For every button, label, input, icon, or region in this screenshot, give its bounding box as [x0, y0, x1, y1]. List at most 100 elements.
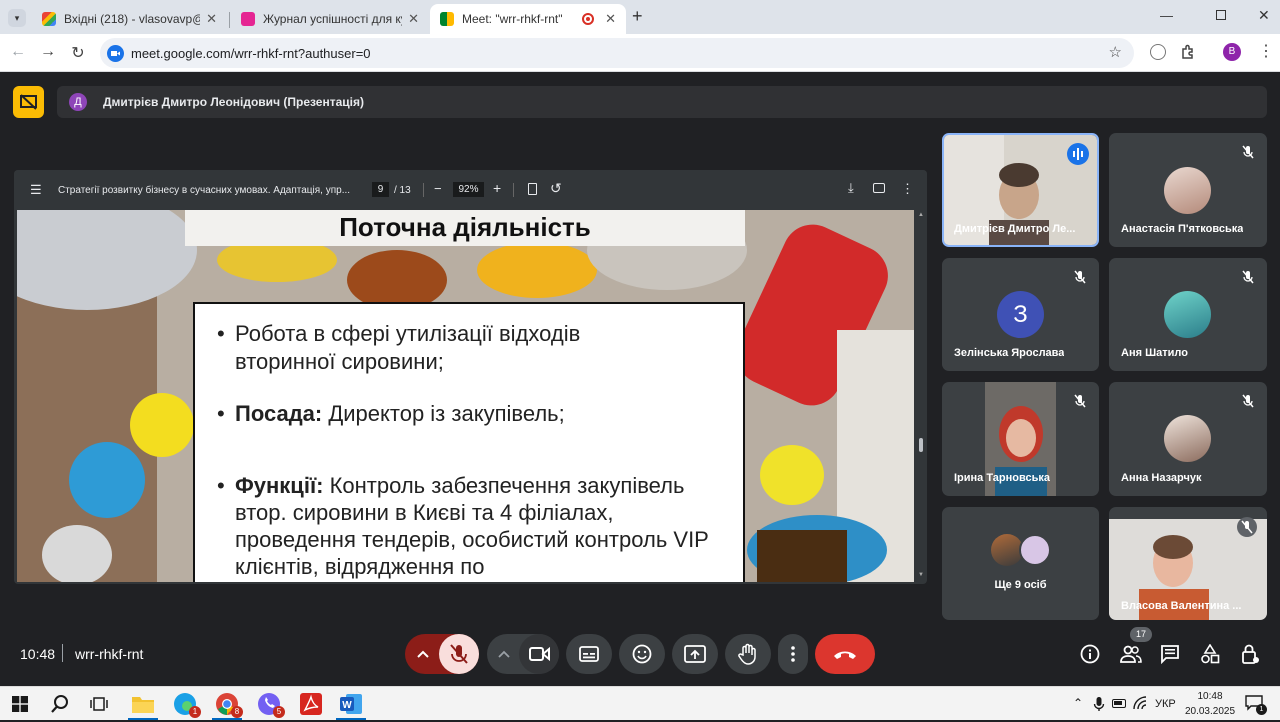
audio-options-icon[interactable]	[405, 634, 441, 674]
meeting-info-icon[interactable]	[1080, 644, 1100, 664]
slide-bullet-3-label: Функції:	[235, 473, 324, 498]
clock-date: 20.03.2025	[1184, 706, 1236, 717]
viber-icon[interactable]: 5	[256, 691, 285, 718]
more-options-button[interactable]	[778, 634, 808, 674]
word-icon[interactable]: W	[338, 691, 364, 717]
slide-heading: Поточна діяльність	[339, 212, 591, 242]
reload-icon[interactable]: ↻	[68, 43, 88, 63]
reactions-button[interactable]	[619, 634, 665, 674]
notification-count: 1	[1256, 704, 1267, 715]
gmail-icon	[42, 12, 56, 26]
tab-search-icon[interactable]: ▾	[8, 9, 26, 27]
browser-tab-strip: ▾ Вхідні (218) - vlasovavp@gsuite ✕ Журн…	[0, 0, 1280, 34]
edge-icon[interactable]: 1	[172, 691, 201, 718]
back-icon[interactable]: ←	[8, 43, 28, 61]
participant-tile-presenter[interactable]: Дмитрієв Дмитро Ле...	[942, 133, 1099, 247]
site-info-icon[interactable]	[107, 45, 124, 62]
participant-tile[interactable]: Анна Назарчук	[1109, 382, 1267, 496]
classroom-icon	[241, 12, 255, 26]
network-icon[interactable]	[1133, 696, 1147, 710]
participant-name: Власова Валентина ...	[1121, 600, 1242, 612]
windows-start-icon[interactable]	[12, 696, 28, 712]
microphone-icon[interactable]	[1093, 696, 1105, 712]
people-icon[interactable]	[1120, 644, 1142, 664]
bookmark-star-icon[interactable]: ☆	[1109, 43, 1122, 61]
slide-bullet-2-text: Директор із закупівель;	[322, 401, 565, 426]
close-tab-icon[interactable]: ✕	[408, 11, 419, 27]
print-icon[interactable]	[873, 183, 885, 193]
mic-off-icon	[1242, 394, 1254, 408]
present-screen-icon	[684, 645, 706, 663]
pdf-more-icon[interactable]: ⋮	[901, 181, 914, 197]
avatar: З	[997, 291, 1044, 338]
avatar	[1164, 415, 1211, 462]
close-tab-icon[interactable]: ✕	[206, 11, 217, 27]
tab-title: Вхідні (218) - vlasovavp@gsuite	[64, 12, 200, 26]
tab-journal[interactable]: Журнал успішності для курсу " ✕	[231, 4, 429, 34]
input-language[interactable]: УКР	[1155, 698, 1176, 710]
address-bar[interactable]: meet.google.com/wrr-rhkf-rnt?authuser=0 …	[100, 38, 1134, 68]
download-icon[interactable]: ⤓	[848, 180, 854, 196]
participant-tile[interactable]: Ірина Тарновська	[942, 382, 1099, 496]
self-view-tile[interactable]: Власова Валентина ...	[1109, 507, 1267, 620]
more-participants-tile[interactable]: Ще 9 осіб	[942, 507, 1099, 620]
close-window-icon[interactable]: ✕	[1258, 7, 1270, 24]
host-controls-icon[interactable]	[1240, 643, 1260, 665]
search-icon[interactable]	[50, 694, 70, 714]
battery-icon[interactable]	[1112, 699, 1126, 708]
chrome-icon[interactable]: 8	[214, 691, 243, 718]
maximize-icon[interactable]	[1216, 10, 1226, 20]
fit-page-icon[interactable]	[528, 183, 537, 195]
extensions-icon[interactable]	[1180, 44, 1196, 60]
pdf-scrollbar[interactable]: ▲ ▼	[918, 212, 924, 578]
tab-title: Meet: "wrr-rhkf-rnt"	[462, 12, 563, 26]
zoom-out-icon[interactable]: −	[434, 181, 442, 196]
avatar	[1164, 167, 1211, 214]
activities-icon[interactable]	[1200, 643, 1220, 664]
system-clock[interactable]: 10:48 20.03.2025	[1180, 689, 1240, 719]
tab-gmail[interactable]: Вхідні (218) - vlasovavp@gsuite ✕	[32, 4, 227, 34]
notifications-icon[interactable]: 1	[1245, 695, 1267, 715]
rotate-icon[interactable]: ↺	[550, 180, 562, 197]
meeting-controls-bar: 10:48 wrr-rhkf-rnt 17	[0, 625, 1280, 685]
camera-toggle-button[interactable]	[519, 634, 559, 674]
participant-name: Ірина Тарновська	[954, 472, 1050, 484]
minimize-icon[interactable]: —	[1160, 8, 1173, 23]
tab-divider	[229, 12, 230, 28]
raise-hand-button[interactable]	[725, 634, 771, 674]
profile-avatar[interactable]: B	[1223, 43, 1241, 61]
zoom-input[interactable]: 92%	[453, 182, 484, 197]
video-options-icon[interactable]	[487, 634, 521, 674]
camera-icon	[529, 646, 550, 662]
acrobat-icon[interactable]	[298, 691, 324, 717]
translate-icon[interactable]	[1150, 44, 1166, 60]
participant-tile[interactable]: Анастасія П'ятковська	[1109, 133, 1267, 247]
file-explorer-icon[interactable]	[130, 691, 156, 717]
divider	[423, 183, 424, 197]
close-tab-icon[interactable]: ✕	[605, 11, 616, 27]
zoom-in-icon[interactable]: +	[493, 180, 501, 196]
pdf-menu-icon[interactable]: ☰	[30, 182, 42, 198]
tab-meet[interactable]: Meet: "wrr-rhkf-rnt" ✕	[430, 4, 626, 34]
present-button[interactable]	[672, 634, 718, 674]
pdf-page-input[interactable]: 9	[372, 182, 389, 197]
participant-tile[interactable]: Аня Шатило	[1109, 258, 1267, 371]
mic-off-icon	[1242, 145, 1254, 159]
participant-tile[interactable]: З Зелінська Ярослава	[942, 258, 1099, 371]
clock-time: 10:48	[1197, 691, 1223, 702]
leave-call-button[interactable]	[815, 634, 875, 674]
captions-button[interactable]	[566, 634, 612, 674]
forward-icon[interactable]: →	[38, 43, 58, 61]
shared-pdf-viewer: ☰ Стратегії розвитку бізнесу в сучасних …	[14, 170, 927, 584]
chat-icon[interactable]	[1160, 644, 1180, 665]
slide-bullet-1: Робота в сфері утилізації відходів втори…	[235, 321, 581, 374]
task-view-icon[interactable]	[90, 695, 108, 713]
participant-name: Дмитрієв Дмитро Ле...	[954, 223, 1076, 235]
new-tab-icon[interactable]: +	[632, 6, 643, 27]
meeting-time: 10:48	[20, 646, 56, 662]
mic-toggle-button[interactable]	[439, 634, 479, 674]
browser-menu-icon[interactable]: ⋮	[1258, 41, 1274, 61]
show-hidden-icons-icon[interactable]: ⌃	[1073, 696, 1083, 710]
avatar	[1019, 534, 1051, 566]
stop-presenting-icon[interactable]	[13, 86, 44, 118]
